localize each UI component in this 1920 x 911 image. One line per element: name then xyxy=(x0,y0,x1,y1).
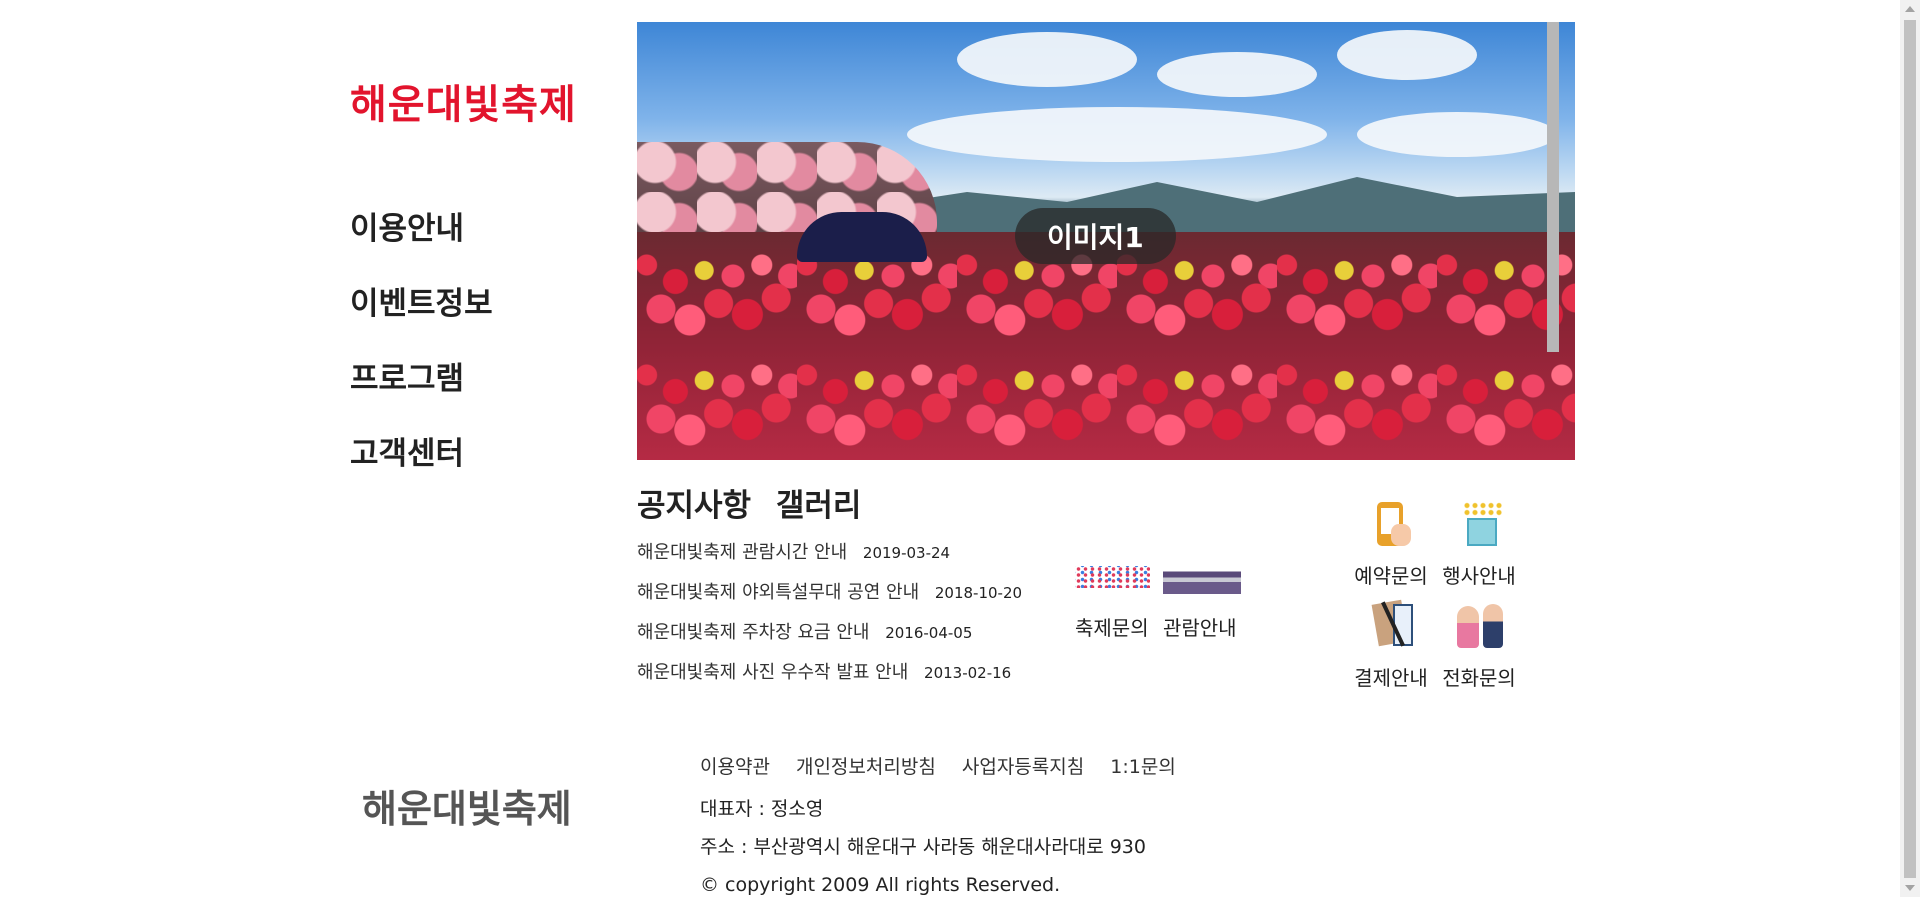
rose-field xyxy=(637,232,1575,460)
notice-tabs: 공지사항 갤러리 xyxy=(637,480,875,525)
notice-title: 해운대빛축제 관람시간 안내 xyxy=(637,542,848,563)
sky-cloud xyxy=(957,32,1137,87)
sky-cloud xyxy=(1357,112,1557,157)
quick-event[interactable]: 행사안내 xyxy=(1438,498,1520,589)
tab-notice[interactable]: 공지사항 xyxy=(637,488,751,524)
notice-title: 해운대빛축제 주차장 요금 안내 xyxy=(637,622,870,643)
footer-link-privacy[interactable]: 개인정보처리방침 xyxy=(796,756,936,778)
quick-call-label: 전화문의 xyxy=(1442,666,1516,690)
hero-slider[interactable]: 이미지1 xyxy=(637,22,1575,460)
payment-document-icon xyxy=(1367,599,1415,652)
scroll-down-icon[interactable] xyxy=(1905,885,1915,891)
gift-event-icon xyxy=(1455,498,1503,550)
notice-title: 해운대빛축제 사진 우수작 발표 안내 xyxy=(637,662,909,683)
notice-date: 2016-04-05 xyxy=(885,624,973,642)
list-item[interactable]: 해운대빛축제 관람시간 안내 2019-03-24 xyxy=(637,540,1022,580)
list-item[interactable]: 해운대빛축제 야외특설무대 공연 안내 2018-10-20 xyxy=(637,580,1022,620)
notice-date: 2019-03-24 xyxy=(862,544,951,562)
vertical-scrollbar[interactable] xyxy=(1900,0,1920,897)
site-logo[interactable]: 해운대빛축제 xyxy=(350,72,577,130)
footer-link-inquiry[interactable]: 1:1문의 xyxy=(1110,756,1176,778)
footer-copyright: © copyright 2009 All rights Reserved. xyxy=(700,874,1061,896)
nav-item-usage-guide[interactable]: 이용안내 xyxy=(350,205,493,280)
quick-payment-label: 결제안내 xyxy=(1354,666,1428,690)
umbrella xyxy=(797,212,927,262)
quick-reservation-label: 예약문의 xyxy=(1354,564,1428,588)
stage-icon xyxy=(1163,564,1241,594)
quick-event-label: 행사안내 xyxy=(1442,564,1516,588)
main-nav: 이용안내 이벤트정보 프로그램 고객센터 xyxy=(350,205,493,505)
notice-list: 해운대빛축제 관람시간 안내 2019-03-24 해운대빛축제 야외특설무대 … xyxy=(637,540,1022,700)
notice-date: 2013-02-16 xyxy=(924,664,1012,682)
quick-payment[interactable]: 결제안내 xyxy=(1350,599,1432,691)
footer-link-business[interactable]: 사업자등록지침 xyxy=(962,756,1084,778)
footer-info: 대표자 : 정소영 주소 : 부산광역시 해운대구 사라동 해운대사라대로 93… xyxy=(700,797,1146,911)
notice-date: 2018-10-20 xyxy=(934,584,1023,602)
notice-title: 해운대빛축제 야외특설무대 공연 안내 xyxy=(637,582,920,603)
nav-item-event-info[interactable]: 이벤트정보 xyxy=(350,280,493,355)
scroll-up-icon[interactable] xyxy=(1905,6,1915,12)
tab-gallery[interactable]: 갤러리 xyxy=(776,488,862,524)
phone-reservation-icon xyxy=(1367,498,1415,550)
list-item[interactable]: 해운대빛축제 사진 우수작 발표 안내 2013-02-16 xyxy=(637,660,1022,700)
festival-banner xyxy=(1075,560,1245,600)
viewing-guide-link[interactable]: 관람안내 xyxy=(1163,616,1237,640)
footer-link-terms[interactable]: 이용약관 xyxy=(700,756,770,778)
festival-inquiry-link[interactable]: 축제문의 xyxy=(1075,616,1149,640)
nav-item-customer-center[interactable]: 고객센터 xyxy=(350,430,493,505)
sky-cloud xyxy=(907,107,1327,162)
scrollbar-thumb[interactable] xyxy=(1904,20,1916,878)
call-people-icon xyxy=(1455,600,1503,652)
light-pole xyxy=(1547,22,1559,352)
quick-reservation[interactable]: 예약문의 xyxy=(1350,498,1432,589)
footer-links: 이용약관 개인정보처리방침 사업자등록지침 1:1문의 xyxy=(700,752,1196,779)
footer-address: 주소 : 부산광역시 해운대구 사라동 해운대사라대로 930 xyxy=(700,836,1146,858)
footer-representative: 대표자 : 정소영 xyxy=(700,798,824,820)
sky-cloud xyxy=(1157,52,1317,97)
list-item[interactable]: 해운대빛축제 주차장 요금 안내 2016-04-05 xyxy=(637,620,1022,660)
quick-call[interactable]: 전화문의 xyxy=(1438,600,1520,691)
slide-label: 이미지1 xyxy=(1015,208,1176,264)
sky-cloud xyxy=(1337,30,1477,80)
festival-links: 축제문의 관람안내 xyxy=(1075,612,1245,641)
footer-logo: 해운대빛축제 xyxy=(362,787,572,831)
confetti-icon xyxy=(1075,566,1150,588)
nav-item-program[interactable]: 프로그램 xyxy=(350,355,493,430)
